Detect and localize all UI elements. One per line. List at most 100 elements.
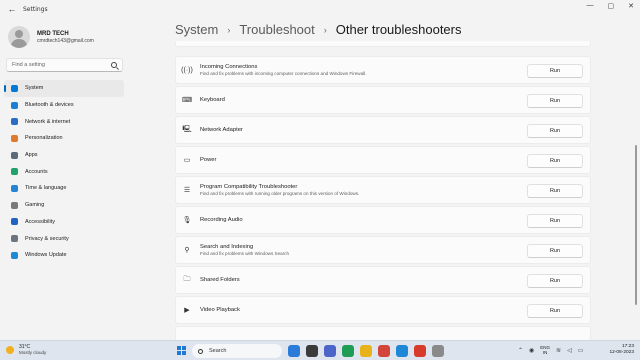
weather-widget[interactable]: 31°C Mostly cloudy [6, 344, 46, 355]
wifi-icon[interactable]: ≋ [556, 347, 561, 354]
network-adapter-icon: 🖳 [182, 125, 192, 133]
update-icon [11, 251, 18, 259]
search-icon[interactable] [111, 62, 117, 68]
sidebar-item-system[interactable]: System [4, 80, 124, 97]
troubleshooter-row: ▭ Power Run [175, 146, 591, 174]
troubleshooter-title: Network Adapter [200, 127, 243, 133]
weather-sun-icon [6, 345, 14, 354]
pinned-app-icon[interactable] [324, 345, 336, 357]
sidebar-item-label: Accessibility [25, 218, 55, 225]
list-item [175, 41, 591, 47]
troubleshooter-title: Keyboard [200, 97, 225, 103]
maximize-button[interactable]: ▢ [608, 2, 615, 10]
sidebar-item-network-internet[interactable]: Network & internet [4, 113, 124, 130]
sidebar-item-label: Apps [25, 152, 38, 159]
pinned-apps [288, 345, 444, 357]
troubleshooter-row: ⚲ Search and Indexing Find and fix problem… [175, 236, 591, 264]
window-controls: — ▢ ✕ [587, 2, 635, 10]
troubleshooter-title: Video Playback [200, 307, 240, 313]
page-title: Other troubleshooters [335, 22, 462, 37]
microphone-icon[interactable]: ◉ [529, 347, 534, 354]
sidebar-item-personalization[interactable]: Personalization [4, 130, 124, 147]
sidebar-item-windows-update[interactable]: Windows Update [4, 247, 124, 264]
volume-icon[interactable]: ◁ [567, 347, 572, 354]
troubleshooter-row: 🖳 Network Adapter Run [175, 116, 591, 144]
monitor-icon [11, 84, 18, 92]
troubleshooter-description: Find and fix problems with Windows Searc… [200, 251, 290, 256]
video-icon: ▶ [184, 307, 190, 314]
start-button[interactable] [177, 346, 186, 355]
run-button[interactable]: Run [527, 94, 583, 108]
pinned-app-icon[interactable] [396, 345, 408, 357]
search-box [6, 58, 123, 72]
troubleshooter-description: Find and fix problems with running older… [200, 191, 360, 196]
globe-icon [11, 184, 18, 192]
search-icon [198, 348, 203, 354]
troubleshooter-title: Program Compatibility Troubleshooter [200, 184, 298, 190]
pinned-app-icon[interactable] [306, 345, 318, 357]
sidebar-item-accounts[interactable]: Accounts [4, 163, 124, 180]
weather-desc: Mostly cloudy [19, 350, 47, 355]
pinned-app-icon[interactable] [342, 345, 354, 357]
profile-card[interactable]: MRD TECH cmrdtech143@gmail.com [8, 26, 94, 48]
list-item [175, 326, 591, 340]
clock-date: 12-08-2023 [609, 350, 634, 355]
wifi-icon [11, 118, 18, 126]
run-button[interactable]: Run [527, 154, 583, 168]
sidebar-item-bluetooth-devices[interactable]: Bluetooth & devices [4, 97, 124, 114]
troubleshooter-title: Shared Folders [200, 277, 240, 283]
run-button[interactable]: Run [527, 124, 583, 138]
pinned-app-icon[interactable] [360, 345, 372, 357]
troubleshooter-title: Incoming Connections [200, 64, 258, 70]
sidebar-item-apps[interactable]: Apps [4, 147, 124, 164]
back-arrow-icon[interactable]: ← [5, 2, 19, 16]
title-bar: ← Settings — ▢ ✕ [0, 0, 640, 18]
avatar [8, 26, 30, 48]
person-icon [11, 168, 18, 176]
accessibility-icon [11, 218, 18, 226]
clock[interactable]: 17:23 12-08-2023 [609, 344, 634, 356]
sidebar-item-accessibility[interactable]: Accessibility [4, 214, 124, 231]
profile-email: cmrdtech143@gmail.com [37, 37, 94, 44]
sidebar-item-time-language[interactable]: Time & language [4, 180, 124, 197]
battery-icon[interactable]: ▭ [578, 347, 584, 354]
language-indicator[interactable]: ENG IN [540, 345, 550, 355]
run-button[interactable]: Run [527, 214, 583, 228]
sidebar-item-label: Accounts [25, 168, 48, 175]
sidebar-item-label: Network & internet [25, 118, 71, 125]
pinned-app-icon[interactable] [432, 345, 444, 357]
sidebar-item-gaming[interactable]: Gaming [4, 197, 124, 214]
list-icon: ☰ [183, 187, 191, 194]
troubleshooter-row: 🎙 Recording Audio Run [175, 206, 591, 234]
breadcrumb-troubleshoot[interactable]: Troubleshoot [239, 22, 314, 37]
sidebar-item-label: Windows Update [25, 252, 67, 259]
window-title: Settings [23, 5, 48, 13]
minimize-button[interactable]: — [587, 2, 594, 10]
search-input[interactable] [12, 62, 112, 68]
chevron-right-icon: › [227, 24, 231, 35]
run-button[interactable]: Run [527, 64, 583, 78]
run-button[interactable]: Run [527, 274, 583, 288]
sidebar-item-label: Personalization [25, 135, 63, 142]
troubleshooter-title: Search and Indexing [200, 244, 254, 250]
broadcast-icon: ((·)) [181, 66, 193, 74]
shield-icon [11, 235, 18, 243]
scrollbar[interactable] [635, 145, 637, 305]
pinned-app-icon[interactable] [414, 345, 426, 357]
run-button[interactable]: Run [527, 184, 583, 198]
pinned-app-icon[interactable] [378, 345, 390, 357]
sidebar: MRD TECH cmrdtech143@gmail.com System Blu… [0, 18, 130, 340]
troubleshooter-title: Recording Audio [200, 217, 243, 223]
brush-icon [11, 134, 18, 142]
system-tray: ⌃ ◉ ENG IN ≋ ◁ ▭ [518, 345, 583, 355]
chevron-up-icon[interactable]: ⌃ [518, 347, 523, 354]
close-button[interactable]: ✕ [628, 2, 634, 10]
run-button[interactable]: Run [527, 304, 583, 318]
taskbar-search[interactable]: Search [192, 344, 282, 358]
run-button[interactable]: Run [527, 244, 583, 258]
breadcrumb-system[interactable]: System [175, 22, 218, 37]
sidebar-item-label: Privacy & security [25, 235, 69, 242]
sidebar-item-privacy-security[interactable]: Privacy & security [4, 230, 124, 247]
breadcrumb: System › Troubleshoot › Other troublesho… [175, 22, 461, 37]
pinned-app-icon[interactable] [288, 345, 300, 357]
